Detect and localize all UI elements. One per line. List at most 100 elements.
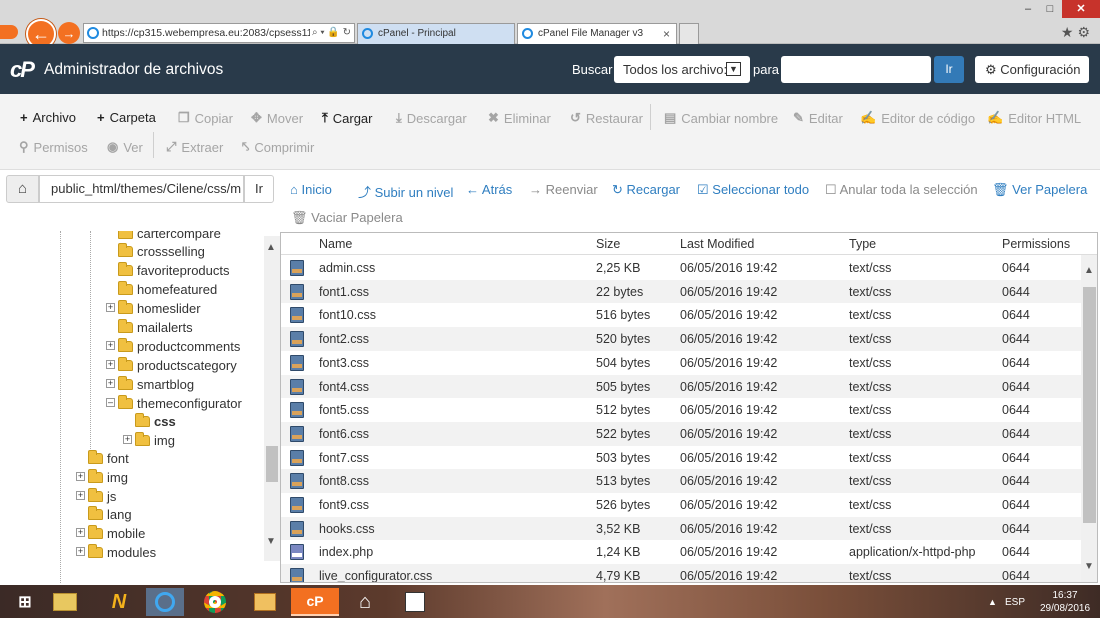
mail-icon[interactable] bbox=[246, 588, 284, 616]
home-app-icon[interactable]: ⌂ bbox=[346, 588, 384, 616]
scroll-up-icon[interactable]: ▲ bbox=[1084, 265, 1094, 276]
tree-item[interactable]: homefeatured bbox=[118, 280, 217, 298]
search-go-button[interactable]: Ir bbox=[934, 56, 964, 83]
table-row[interactable]: font3.css 504 bytes 06/05/2016 19:42 text/c… bbox=[281, 351, 1081, 375]
forward-link[interactable]: → Reenviar bbox=[529, 182, 598, 197]
app-icon[interactable] bbox=[396, 588, 434, 616]
expand-icon[interactable]: + bbox=[76, 528, 85, 537]
extract-button[interactable]: ⤢ Extraer bbox=[166, 139, 223, 155]
download-button[interactable]: ⤓ Descargar bbox=[396, 110, 467, 126]
file-table-scrollbar[interactable]: ▲ ▼ bbox=[1081, 255, 1097, 582]
html-editor-button[interactable]: ✍ Editor HTML bbox=[987, 110, 1081, 126]
table-row[interactable]: font5.css 512 bytes 06/05/2016 19:42 text/c… bbox=[281, 398, 1081, 422]
search-scope-select[interactable]: Todos los archivo: ▼ bbox=[614, 56, 750, 83]
tray-expand-icon[interactable]: ▲ bbox=[988, 597, 997, 607]
column-header-name[interactable]: Name bbox=[319, 237, 352, 251]
move-button[interactable]: ✥ Mover bbox=[251, 110, 303, 126]
settings-button[interactable]: ⚙ Configuración bbox=[975, 56, 1089, 83]
tab-cpanel-principal[interactable]: cPanel - Principal bbox=[357, 23, 515, 44]
chrome-icon[interactable] bbox=[196, 588, 234, 616]
expand-icon[interactable]: + bbox=[76, 472, 85, 481]
tree-item[interactable]: lang bbox=[88, 505, 132, 523]
tree-item[interactable]: + smartblog bbox=[106, 375, 194, 393]
table-row[interactable]: font6.css 522 bytes 06/05/2016 19:42 text/c… bbox=[281, 421, 1081, 446]
table-row[interactable]: hooks.css 3,52 KB 06/05/2016 19:42 text/css… bbox=[281, 516, 1081, 541]
scroll-down-icon[interactable]: ▼ bbox=[1084, 561, 1094, 572]
table-row[interactable]: font1.css 22 bytes 06/05/2016 19:42 text/cs… bbox=[281, 279, 1081, 304]
address-bar-icons[interactable]: ⌕ ▾ 🔒 ↻ bbox=[310, 24, 351, 42]
reload-link[interactable]: ↻ Recargar bbox=[612, 182, 680, 198]
tree-item[interactable]: + img bbox=[123, 431, 175, 449]
view-button[interactable]: ◉ Ver bbox=[107, 139, 143, 155]
expand-icon[interactable]: + bbox=[76, 491, 85, 500]
language-indicator[interactable]: ESP bbox=[1005, 597, 1025, 608]
table-row[interactable]: font8.css 513 bytes 06/05/2016 19:42 text/c… bbox=[281, 469, 1081, 493]
column-header-permissions[interactable]: Permissions bbox=[1002, 237, 1070, 251]
permissions-button[interactable]: ⚲ Permisos bbox=[19, 139, 88, 155]
norton-icon[interactable]: N bbox=[100, 588, 138, 616]
edit-button[interactable]: ✎ Editar bbox=[793, 110, 843, 126]
expand-icon[interactable]: + bbox=[106, 360, 115, 369]
minimize-button[interactable]: – bbox=[1018, 0, 1038, 18]
column-header-modified[interactable]: Last Modified bbox=[680, 237, 754, 251]
empty-trash-link[interactable]: 🗑 Vaciar Papelera bbox=[291, 210, 403, 226]
home-link[interactable]: ⌂ Inicio bbox=[290, 182, 332, 197]
code-editor-button[interactable]: ✍ Editor de código bbox=[860, 110, 975, 126]
internet-explorer-icon[interactable] bbox=[146, 588, 184, 616]
system-clock[interactable]: 16:37 29/08/2016 bbox=[1040, 589, 1090, 615]
tree-item[interactable]: cartercompare bbox=[118, 231, 221, 242]
tree-item[interactable]: + productscategory bbox=[106, 356, 237, 374]
column-header-type[interactable]: Type bbox=[849, 237, 876, 251]
tree-item[interactable]: crossselling bbox=[118, 242, 205, 260]
scroll-down-icon[interactable]: ▼ bbox=[266, 536, 276, 547]
column-header-size[interactable]: Size bbox=[596, 237, 620, 251]
back-link[interactable]: ← Atrás bbox=[466, 182, 512, 197]
tree-item[interactable]: + productcomments bbox=[106, 337, 240, 355]
file-table-scroll-thumb[interactable] bbox=[1083, 287, 1096, 523]
tree-item[interactable]: – themeconfigurator bbox=[106, 394, 242, 412]
table-row[interactable]: live_configurator.css 4,79 KB 06/05/2016 1… bbox=[281, 564, 1081, 582]
view-trash-link[interactable]: 🗑 Ver Papelera bbox=[992, 182, 1087, 198]
up-one-level-link[interactable]: ⤴ Subir un nivel bbox=[358, 182, 453, 201]
tree-item[interactable]: css bbox=[135, 412, 176, 430]
tree-item[interactable]: + homeslider bbox=[106, 299, 201, 317]
table-row[interactable]: admin.css 2,25 KB 06/05/2016 19:42 text/css… bbox=[281, 256, 1081, 280]
tree-item[interactable]: font bbox=[88, 449, 129, 467]
file-explorer-icon[interactable] bbox=[46, 588, 84, 616]
expand-icon[interactable]: + bbox=[106, 379, 115, 388]
tab-file-manager[interactable]: cPanel File Manager v3 × bbox=[517, 23, 677, 44]
expand-icon[interactable]: + bbox=[106, 303, 115, 312]
tree-item[interactable]: + modules bbox=[76, 543, 156, 561]
new-tab-button[interactable] bbox=[679, 23, 699, 44]
table-row[interactable]: font10.css 516 bytes 06/05/2016 19:42 text/… bbox=[281, 303, 1081, 327]
tree-item[interactable]: + js bbox=[76, 487, 116, 505]
new-file-button[interactable]: + Archivo bbox=[20, 110, 76, 125]
forward-arrow-icon[interactable]: → bbox=[58, 22, 80, 44]
tree-item[interactable]: favoriteproducts bbox=[118, 261, 230, 279]
path-input[interactable]: public_html/themes/Cilene/css/m bbox=[39, 175, 244, 203]
tree-item[interactable]: + img bbox=[76, 468, 128, 486]
new-folder-button[interactable]: + Carpeta bbox=[97, 110, 156, 125]
close-window-button[interactable]: ✕ bbox=[1062, 0, 1100, 18]
upload-button[interactable]: ⤒ Cargar bbox=[322, 110, 373, 126]
compress-button[interactable]: ⤣ Comprimir bbox=[242, 139, 314, 155]
deselect-all-link[interactable]: ☐ Anular toda la selección bbox=[825, 182, 978, 198]
expand-icon[interactable]: + bbox=[106, 341, 115, 350]
cpanel-taskbar-icon[interactable]: cP bbox=[291, 588, 339, 616]
favorites-tools-icons[interactable]: ★⚙ bbox=[1061, 24, 1094, 41]
tab-close-icon[interactable]: × bbox=[663, 24, 670, 44]
maximize-button[interactable]: □ bbox=[1040, 0, 1060, 18]
table-row[interactable]: index.php 1,24 KB 06/05/2016 19:42 applicat… bbox=[281, 540, 1081, 564]
collapse-icon[interactable]: – bbox=[106, 398, 115, 407]
tree-scrollbar[interactable]: ▲ ▼ bbox=[264, 236, 280, 561]
expand-icon[interactable]: + bbox=[123, 435, 132, 444]
address-bar[interactable]: https://cp315.webempresa.eu:2083/cpsess1… bbox=[83, 23, 355, 43]
windows-start-icon[interactable]: ⊞ bbox=[6, 588, 44, 616]
home-icon[interactable]: ⌂ bbox=[6, 175, 39, 203]
tree-item[interactable]: + mobile bbox=[76, 524, 145, 542]
select-all-link[interactable]: ☑ Seleccionar todo bbox=[697, 182, 809, 198]
copy-button[interactable]: ❐ Copiar bbox=[178, 110, 233, 126]
expand-icon[interactable]: + bbox=[76, 547, 85, 556]
cpanel-logo[interactable]: cP bbox=[10, 57, 35, 83]
table-row[interactable]: font4.css 505 bytes 06/05/2016 19:42 text/c… bbox=[281, 374, 1081, 399]
